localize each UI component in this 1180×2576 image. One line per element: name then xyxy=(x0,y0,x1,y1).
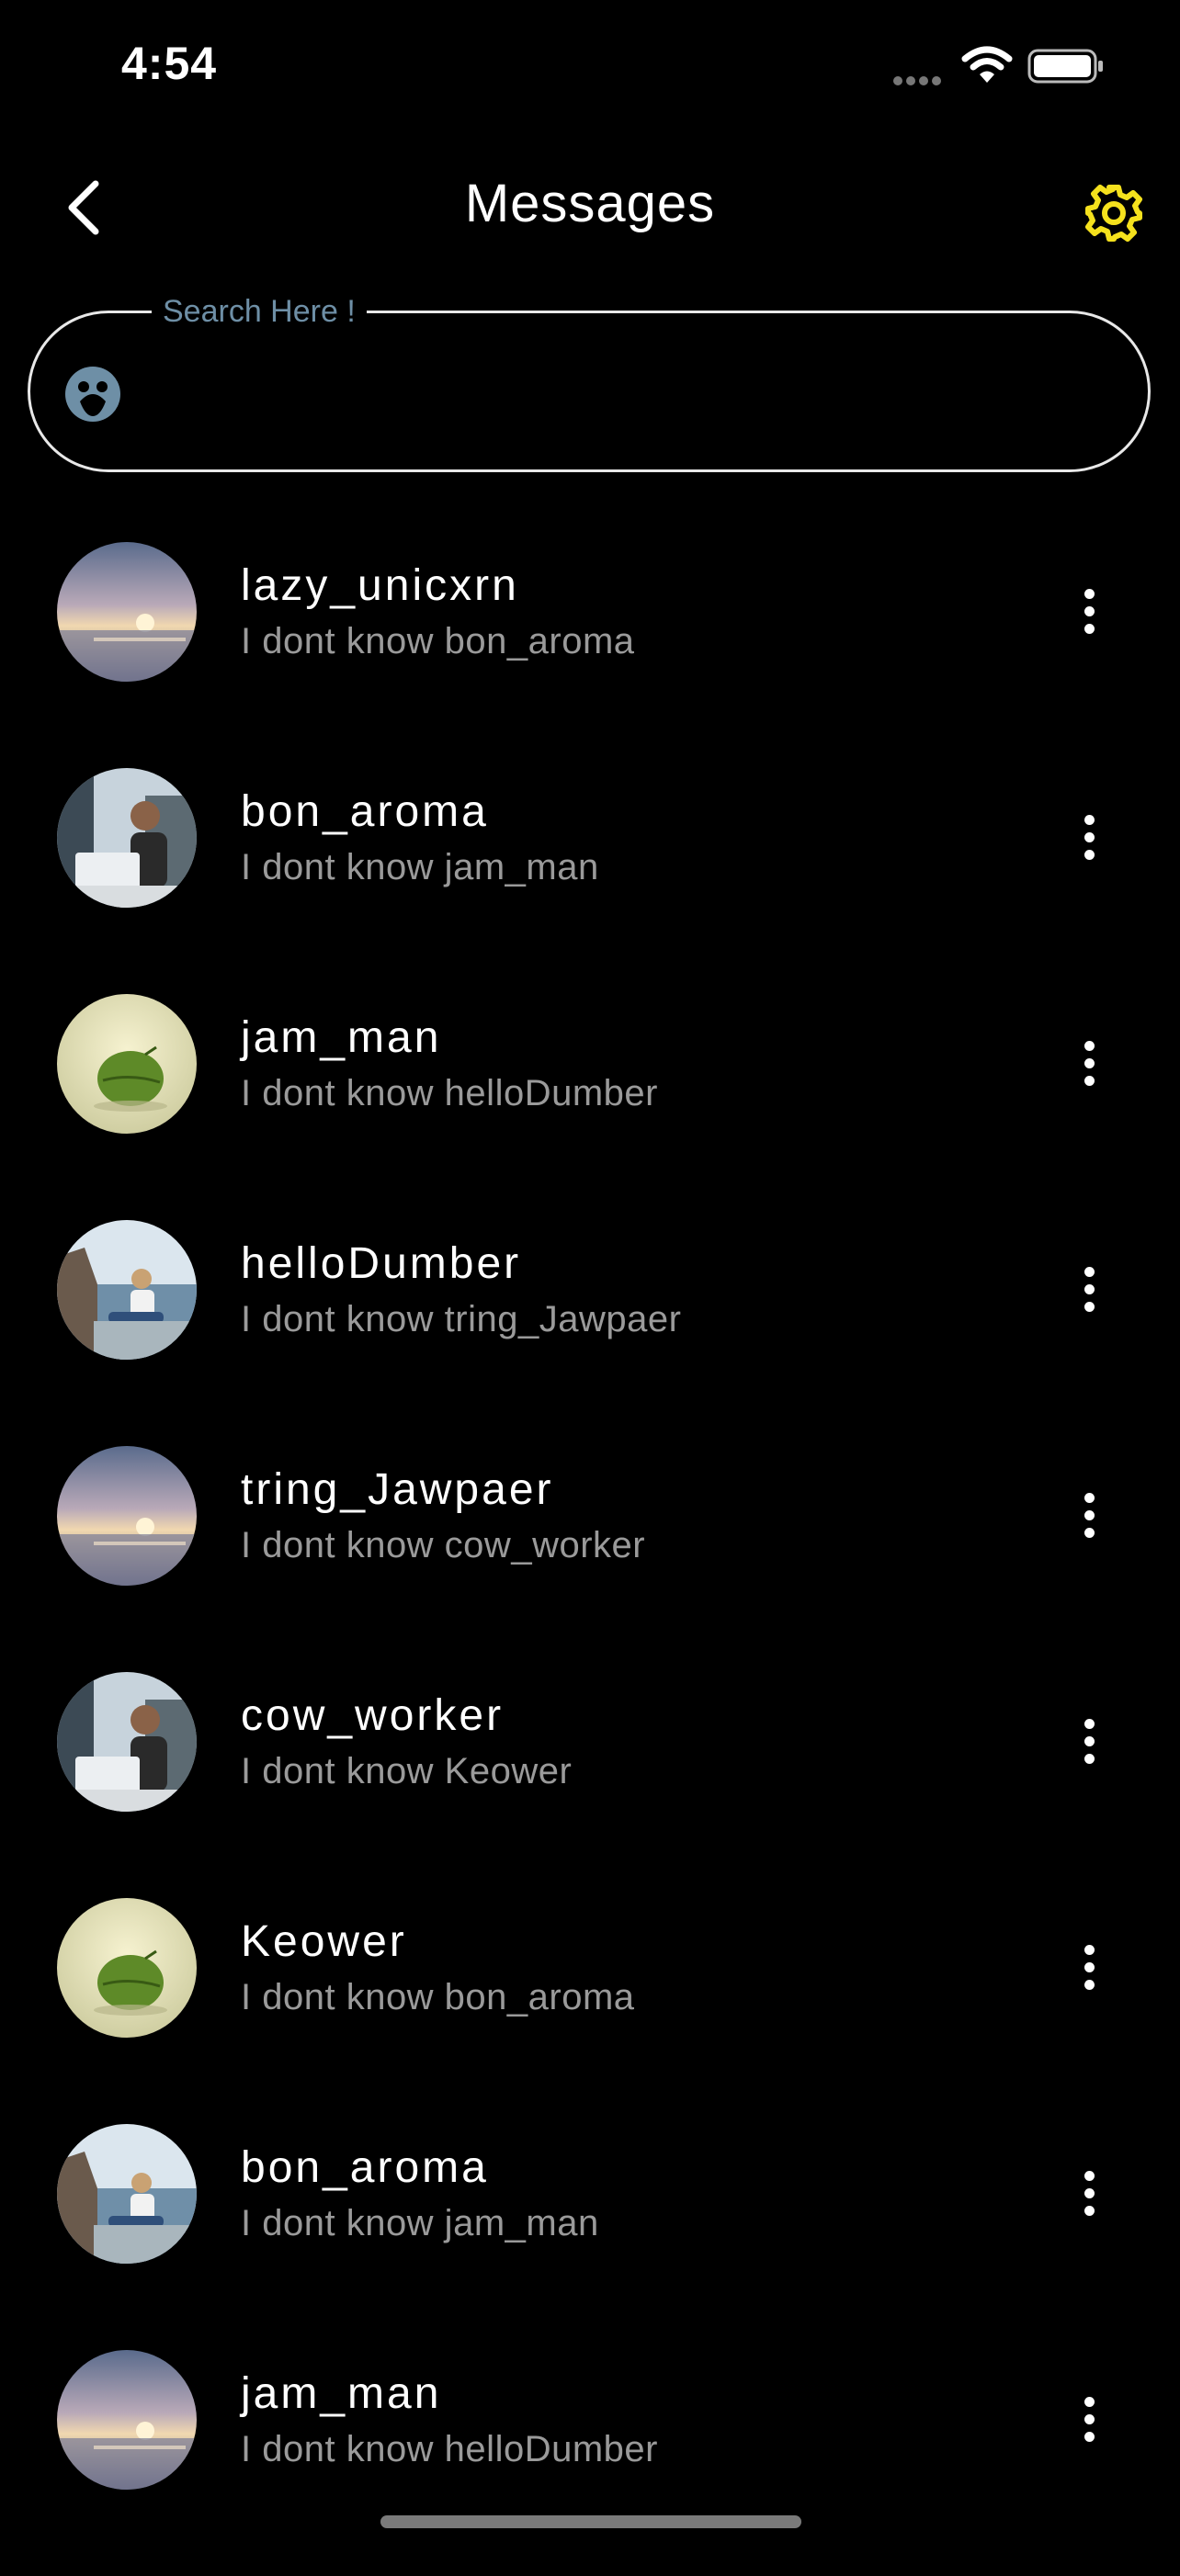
gear-icon xyxy=(1085,185,1142,242)
status-bar: 4:54 xyxy=(0,0,1180,138)
more-options-icon[interactable] xyxy=(1057,1709,1121,1773)
contact-name: bon_aroma xyxy=(241,2143,489,2192)
search-field[interactable]: Search Here ! xyxy=(28,293,1151,472)
more-options-icon[interactable] xyxy=(1057,1031,1121,1095)
contact-name: cow_worker xyxy=(241,1691,505,1740)
more-options-icon[interactable] xyxy=(1057,2387,1121,2451)
avatar xyxy=(57,2350,197,2490)
contact-name: lazy_unicxrn xyxy=(241,561,519,610)
message-preview: I dont know helloDumber xyxy=(241,1073,658,1113)
message-preview: I dont know jam_man xyxy=(241,847,599,887)
search-label: Search Here ! xyxy=(152,293,367,330)
message-list-item[interactable]: cow_worker I dont know Keower xyxy=(0,1672,1180,1898)
message-list-item[interactable]: helloDumber I dont know tring_Jawpaer xyxy=(0,1220,1180,1446)
avatar xyxy=(57,1898,197,2038)
contact-name: helloDumber xyxy=(241,1239,522,1288)
message-list-item[interactable]: lazy_unicxrn I dont know bon_aroma xyxy=(0,542,1180,768)
search-input[interactable] xyxy=(150,350,1109,436)
avatar xyxy=(57,1446,197,1586)
avatar xyxy=(57,768,197,908)
wifi-icon xyxy=(961,46,1013,86)
settings-button[interactable] xyxy=(1075,175,1152,252)
message-preview: I dont know Keower xyxy=(241,1751,573,1791)
message-preview: I dont know jam_man xyxy=(241,2203,599,2243)
avatar xyxy=(57,994,197,1134)
contact-name: tring_Jawpaer xyxy=(241,1465,554,1514)
message-list-item[interactable]: Keower I dont know bon_aroma xyxy=(0,1898,1180,2124)
more-options-icon[interactable] xyxy=(1057,1935,1121,1999)
avatar xyxy=(57,2124,197,2264)
message-list-item[interactable]: tring_Jawpaer I dont know cow_worker xyxy=(0,1446,1180,1672)
more-options-icon[interactable] xyxy=(1057,1257,1121,1321)
contact-name: Keower xyxy=(241,1917,407,1966)
contact-name: jam_man xyxy=(241,2369,442,2418)
avatar xyxy=(57,1672,197,1812)
more-options-icon[interactable] xyxy=(1057,579,1121,643)
contact-name: jam_man xyxy=(241,1013,442,1062)
message-list-item[interactable]: jam_man I dont know helloDumber xyxy=(0,2350,1180,2576)
home-indicator xyxy=(380,2515,801,2528)
cellular-signal-icon xyxy=(893,73,948,85)
status-time: 4:54 xyxy=(121,38,218,89)
avatar xyxy=(57,542,197,682)
more-options-icon[interactable] xyxy=(1057,805,1121,869)
more-options-icon[interactable] xyxy=(1057,1483,1121,1547)
header: Messages xyxy=(0,147,1180,266)
message-preview: I dont know bon_aroma xyxy=(241,621,635,661)
message-preview: I dont know bon_aroma xyxy=(241,1977,635,2017)
emoji-face-icon xyxy=(63,365,122,424)
message-list-item[interactable]: bon_aroma I dont know jam_man xyxy=(0,2124,1180,2350)
contact-name: bon_aroma xyxy=(241,787,489,836)
page-title: Messages xyxy=(464,174,716,233)
message-list-item[interactable]: bon_aroma I dont know jam_man xyxy=(0,768,1180,994)
message-preview: I dont know cow_worker xyxy=(241,1525,646,1565)
battery-icon xyxy=(1027,48,1105,85)
more-options-icon[interactable] xyxy=(1057,2161,1121,2225)
message-preview: I dont know tring_Jawpaer xyxy=(241,1299,682,1339)
avatar xyxy=(57,1220,197,1360)
message-preview: I dont know helloDumber xyxy=(241,2429,658,2469)
message-list: lazy_unicxrn I dont know bon_aroma bon_aro… xyxy=(0,542,1180,2576)
message-list-item[interactable]: jam_man I dont know helloDumber xyxy=(0,994,1180,1220)
